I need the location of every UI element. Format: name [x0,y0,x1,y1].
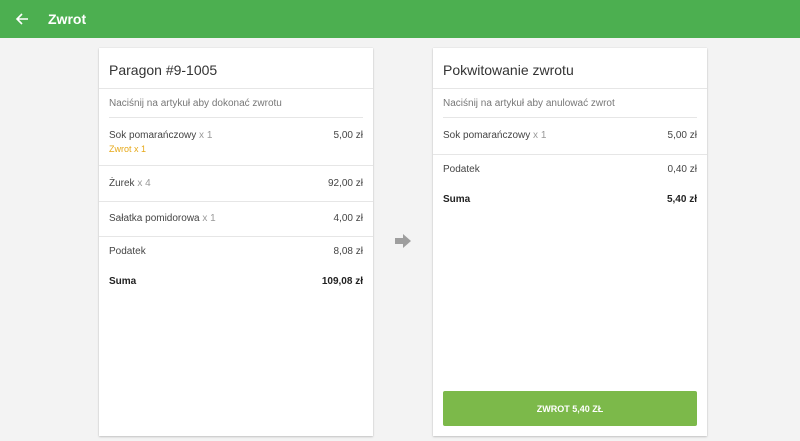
refund-tax-row: Podatek 0,40 zł [443,164,697,178]
item-returned-label: Zwrot x 1 [109,144,147,154]
receipt-tax-row: Podatek 8,08 zł [109,246,363,260]
item-name: Sok pomarańczowy [109,130,197,141]
refund-title: Pokwitowanie zwrotu [443,62,574,78]
tax-label: Podatek [109,246,146,257]
total-label: Suma [443,194,471,205]
total-value: 109,08 zł [321,276,363,287]
divider [99,236,373,237]
item-qty: x 1 [199,130,213,141]
tax-label: Podatek [443,164,480,175]
app-bar: Zwrot [0,0,800,38]
receipt-item-zurek[interactable]: Żurek x 4 92,00 zł [109,178,363,198]
refund-item-sok[interactable]: Sok pomarańczowy x 1 5,00 zł [443,130,697,150]
receipt-title: Paragon #9-1005 [109,62,218,78]
tax-value: 8,08 zł [333,246,363,257]
divider [99,165,373,166]
tax-value: 0,40 zł [667,164,697,175]
divider [99,88,373,89]
receipt-item-sok[interactable]: Sok pomarańczowy x 1 5,00 zł Zwrot x 1 [109,130,363,164]
divider [433,88,707,89]
item-price: 4,00 zł [333,213,363,224]
refund-hint: Naciśnij na artykuł aby anulować zwrot [443,98,615,109]
receipt-total-row: Suma 109,08 zł [109,276,363,290]
refund-button[interactable]: ZWROT 5,40 ZŁ [443,391,697,426]
divider [99,201,373,202]
item-qty: x 1 [533,130,547,141]
item-price: 92,00 zł [327,178,363,189]
receipt-item-salatka[interactable]: Sałatka pomidorowa x 1 4,00 zł [109,213,363,233]
item-price: 5,00 zł [333,130,363,141]
item-qty: x 4 [137,178,151,189]
arrow-left-icon [15,13,28,25]
item-name-group: Żurek x 4 [109,178,151,189]
receipt-hint: Naciśnij na artykuł aby dokonać zwrotu [109,98,282,109]
item-name: Sok pomarańczowy [443,130,531,141]
total-value: 5,40 zł [666,194,697,205]
page-title: Zwrot [48,11,87,27]
item-name-group: Sałatka pomidorowa x 1 [109,213,216,224]
arrow-right-icon [395,234,411,248]
refund-card: Pokwitowanie zwrotu Naciśnij na artykuł … [433,48,707,436]
item-price: 5,00 zł [667,130,697,141]
divider [109,117,363,118]
item-qty: x 1 [202,213,216,224]
total-label: Suma [109,276,137,287]
back-button[interactable] [10,7,34,31]
item-name: Sałatka pomidorowa [109,213,200,224]
divider [443,117,697,118]
item-name-group: Sok pomarańczowy x 1 [109,130,212,141]
refund-total-row: Suma 5,40 zł [443,194,697,208]
item-name-group: Sok pomarańczowy x 1 [443,130,546,141]
receipt-card: Paragon #9-1005 Naciśnij na artykuł aby … [99,48,373,436]
divider [433,154,707,155]
item-name: Żurek [109,178,135,189]
